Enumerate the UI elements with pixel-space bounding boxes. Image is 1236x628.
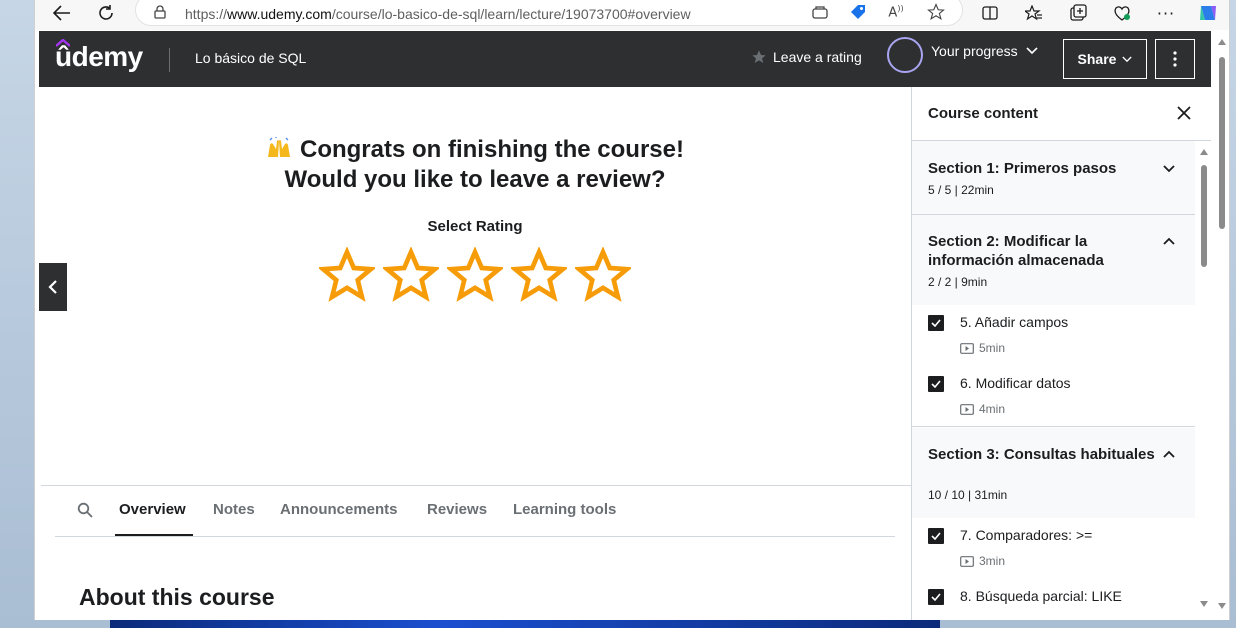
close-icon[interactable]: [1176, 105, 1192, 121]
lecture-duration: 3min: [960, 554, 1005, 568]
video-icon: [960, 403, 974, 415]
sidebar-title: Course content: [928, 105, 1039, 122]
chevron-up-icon: [1163, 237, 1175, 245]
tab-icon[interactable]: [810, 3, 830, 21]
active-tab-indicator: [115, 534, 193, 536]
lecture-title: 8. Búsqueda parcial: LIKE: [960, 588, 1122, 604]
completed-checkbox[interactable]: [928, 376, 944, 392]
section-2[interactable]: Section 2: Modificar la información alma…: [912, 215, 1195, 305]
completed-checkbox[interactable]: [928, 589, 944, 605]
back-icon[interactable]: [49, 2, 75, 24]
copilot-icon[interactable]: [1195, 2, 1221, 24]
select-rating-label: Select Rating: [427, 218, 523, 235]
completed-checkbox[interactable]: [928, 315, 944, 331]
favorite-star-icon[interactable]: [926, 3, 946, 21]
read-aloud-icon[interactable]: A)): [886, 3, 906, 21]
progress-ring: [887, 37, 923, 73]
sidebar-scrollbar[interactable]: [1196, 141, 1211, 620]
section-meta: 5 / 5 | 22min: [928, 183, 994, 197]
section-title: Section 1: Primeros pasos: [928, 160, 1117, 177]
header-divider: [169, 48, 170, 72]
share-label: Share: [1077, 51, 1117, 67]
lecture-title: 5. Añadir campos: [960, 314, 1069, 330]
progress-button[interactable]: Your progress: [887, 37, 1038, 73]
leave-rating-label: Leave a rating: [773, 49, 862, 65]
rating-stars: [319, 247, 631, 303]
lecture-item[interactable]: 7. Comparadores: >= 3min: [912, 518, 1195, 579]
previous-lecture-button[interactable]: [39, 263, 67, 311]
tab-overview[interactable]: Overview: [119, 501, 186, 518]
refresh-icon[interactable]: [93, 2, 119, 24]
rating-star-icon[interactable]: [447, 247, 503, 303]
section-title: Section 3: Consultas habituales: [928, 446, 1155, 463]
chevron-down-icon: [1163, 165, 1175, 173]
vertical-dots-icon: [1173, 51, 1177, 67]
tab-announcements[interactable]: Announcements: [280, 501, 398, 518]
more-menu-button[interactable]: [1155, 39, 1195, 79]
rating-star-icon[interactable]: [575, 247, 631, 303]
scroll-up-icon[interactable]: [1200, 149, 1208, 155]
video-icon: [960, 342, 974, 354]
chevron-down-icon: [1026, 47, 1038, 55]
window-scrollbar[interactable]: [1213, 31, 1229, 620]
video-divider: [41, 485, 911, 486]
sidebar-scroll-thumb[interactable]: [1201, 165, 1207, 267]
scroll-down-icon[interactable]: [1218, 603, 1226, 609]
scroll-up-icon[interactable]: [1218, 39, 1226, 45]
lecture-title: 6. Modificar datos: [960, 375, 1071, 391]
search-icon[interactable]: [77, 502, 93, 518]
tab-reviews[interactable]: Reviews: [427, 501, 487, 518]
chevron-down-icon: [1122, 56, 1133, 62]
scroll-down-icon[interactable]: [1200, 601, 1208, 607]
browser-window: https://www.udemy.com/course/lo-basico-d…: [34, 0, 1230, 620]
coupon-tag-icon[interactable]: [848, 3, 868, 21]
progress-label: Your progress: [931, 43, 1018, 59]
more-options-icon[interactable]: ···: [1153, 2, 1179, 24]
section-1[interactable]: Section 1: Primeros pasos 5 / 5 | 22min: [912, 141, 1195, 215]
rating-star-icon[interactable]: [319, 247, 375, 303]
course-content-sidebar: Course content Section 1: Primeros pasos…: [911, 87, 1211, 620]
about-heading: About this course: [79, 584, 275, 610]
udemy-logo[interactable]: ûdemy: [55, 39, 143, 73]
address-bar[interactable]: https://www.udemy.com/course/lo-basico-d…: [135, 0, 963, 26]
raised-hands-icon: [267, 137, 290, 157]
collections-icon[interactable]: [1065, 2, 1091, 24]
leave-rating-button[interactable]: Leave a rating: [751, 49, 862, 65]
lecture-title: 7. Comparadores: >=: [960, 527, 1093, 543]
favorites-icon[interactable]: [1021, 2, 1047, 24]
url-text: https://www.udemy.com/course/lo-basico-d…: [185, 6, 691, 22]
video-icon: [960, 555, 974, 567]
rating-star-icon[interactable]: [511, 247, 567, 303]
window-scroll-thumb[interactable]: [1219, 57, 1225, 229]
course-title[interactable]: Lo básico de SQL: [195, 50, 306, 66]
section-meta: 10 / 10 | 31min: [928, 488, 1008, 502]
tab-learning-tools[interactable]: Learning tools: [513, 501, 616, 518]
course-tabs: Overview Notes Announcements Reviews Lea…: [55, 487, 895, 537]
lecture-duration: 4min: [960, 402, 1005, 416]
congrats-line1: Congrats on finishing the course!: [299, 136, 684, 163]
main-content: Congrats on finishing the course! Would …: [39, 87, 911, 620]
sidebar-header: Course content: [912, 87, 1211, 141]
udemy-header: ûdemy Lo básico de SQL Leave a rating Yo…: [39, 31, 1211, 87]
section-title: Section 2: Modificar la información alma…: [928, 233, 1104, 269]
congrats-message: Congrats on finishing the course! Would …: [39, 135, 911, 195]
chevron-up-icon: [1163, 450, 1175, 458]
congrats-line2: Would you like to leave a review?: [284, 166, 666, 193]
chevron-left-icon: [48, 280, 57, 294]
lecture-item[interactable]: 6. Modificar datos 4min: [912, 366, 1195, 427]
lecture-item[interactable]: 5. Añadir campos 5min: [912, 305, 1195, 366]
browser-essentials-icon[interactable]: [1109, 2, 1135, 24]
rating-star-icon[interactable]: [383, 247, 439, 303]
completed-checkbox[interactable]: [928, 528, 944, 544]
lecture-duration: 5min: [960, 341, 1005, 355]
split-screen-icon[interactable]: [977, 2, 1003, 24]
section-3[interactable]: Section 3: Consultas habituales 10 / 10 …: [912, 428, 1195, 518]
tab-notes[interactable]: Notes: [213, 501, 255, 518]
lock-icon: [154, 5, 166, 19]
lecture-item[interactable]: 8. Búsqueda parcial: LIKE: [912, 579, 1195, 620]
share-button[interactable]: Share: [1063, 39, 1147, 79]
browser-toolbar: https://www.udemy.com/course/lo-basico-d…: [35, 0, 1229, 30]
section-meta: 2 / 2 | 9min: [928, 275, 988, 289]
star-icon: [752, 50, 766, 63]
